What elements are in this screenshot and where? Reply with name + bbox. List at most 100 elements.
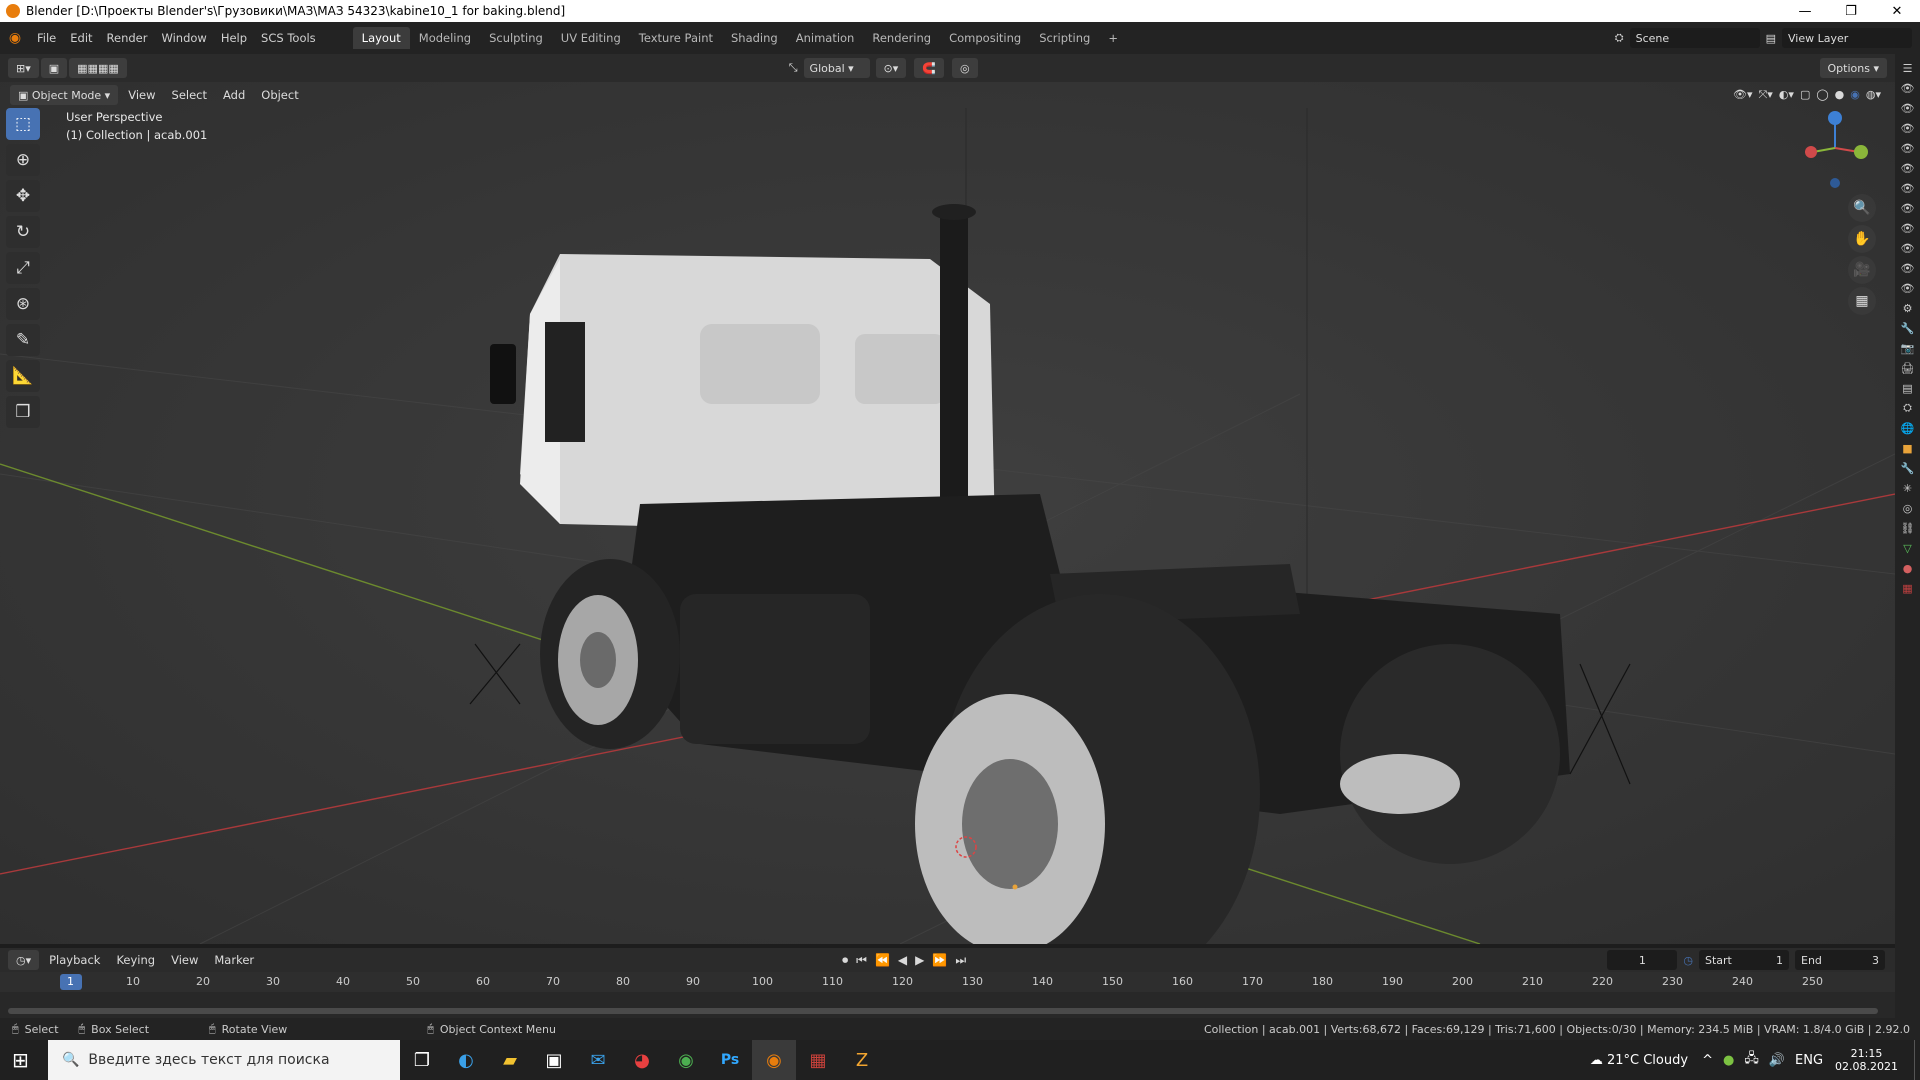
eye-icon[interactable]: 👁 — [1895, 158, 1920, 178]
object-properties-icon[interactable]: ■ — [1895, 438, 1920, 458]
tab-layout[interactable]: Layout — [352, 27, 410, 49]
select-mode-icon[interactable]: ▣ — [40, 58, 68, 78]
next-keyframe-icon[interactable]: ⏩ — [932, 953, 947, 968]
scene-properties-icon[interactable]: ⛭ — [1895, 398, 1920, 418]
texture-properties-icon[interactable]: ▦ — [1895, 578, 1920, 598]
blender-menu-icon[interactable]: ◉ — [0, 30, 30, 46]
end-frame-field[interactable]: End 3 — [1795, 950, 1885, 970]
tool-settings-icon[interactable]: 🔧 — [1895, 318, 1920, 338]
weather-text[interactable]: 21°C Cloudy — [1607, 1053, 1688, 1068]
tab-texture-paint[interactable]: Texture Paint — [630, 27, 722, 49]
edge-icon[interactable]: ◐ — [444, 1040, 488, 1080]
data-properties-icon[interactable]: ▽ — [1895, 538, 1920, 558]
menu-view[interactable]: View — [120, 88, 163, 102]
chrome-icon[interactable]: ◉ — [664, 1040, 708, 1080]
axis-gizmo[interactable] — [1795, 108, 1875, 188]
tray-chevron-icon[interactable]: ^ — [1702, 1053, 1713, 1068]
ortho-grid-icon[interactable]: ▦ — [1848, 287, 1876, 315]
xray-icon[interactable]: ▢ — [1800, 88, 1810, 102]
zoom-icon[interactable]: 🔍 — [1848, 194, 1876, 222]
network-icon[interactable]: 🖧 — [1744, 1049, 1759, 1071]
selection-modes-icon[interactable]: ▦▦▦▦ — [69, 58, 127, 78]
menu-window[interactable]: Window — [154, 31, 213, 45]
current-frame-field[interactable]: 1 — [1607, 950, 1678, 970]
blender-taskbar-icon[interactable]: ◉ — [752, 1040, 796, 1080]
eye-icon[interactable]: 👁 — [1895, 238, 1920, 258]
play-icon[interactable]: ▶ — [915, 953, 924, 968]
volume-icon[interactable]: 🔊 — [1769, 1053, 1785, 1068]
cursor-icon[interactable]: ⊕ — [6, 144, 40, 176]
world-properties-icon[interactable]: 🌐 — [1895, 418, 1920, 438]
preview-range-icon[interactable]: ◷ — [1683, 954, 1693, 967]
app-red-icon[interactable]: ◕ — [620, 1040, 664, 1080]
add-workspace-icon[interactable]: + — [1099, 27, 1127, 49]
transform-orientation-dropdown[interactable]: Global ▾ — [803, 58, 870, 78]
particles-icon[interactable]: ✳ — [1895, 478, 1920, 498]
menu-select[interactable]: Select — [164, 88, 215, 102]
output-properties-icon[interactable]: 🖨 — [1895, 358, 1920, 378]
menu-playback[interactable]: Playback — [41, 953, 108, 967]
scene-selector[interactable]: Scene — [1629, 28, 1760, 48]
restore-button[interactable]: ❐ — [1828, 4, 1874, 19]
view-layer-icon[interactable]: ▤ — [1766, 32, 1776, 45]
record-icon[interactable]: ⏺ — [842, 953, 848, 968]
tab-sculpting[interactable]: Sculpting — [480, 27, 552, 49]
shading-solid-icon[interactable]: ● — [1835, 88, 1845, 102]
minimize-button[interactable]: — — [1782, 4, 1828, 19]
menu-marker[interactable]: Marker — [206, 953, 262, 967]
app-z-icon[interactable]: Z — [840, 1040, 884, 1080]
measure-icon[interactable]: 📐 — [6, 360, 40, 392]
visibility-icon[interactable]: 👁▾ — [1733, 88, 1753, 102]
task-view-icon[interactable]: ❐ — [400, 1040, 444, 1080]
menu-add[interactable]: Add — [215, 88, 253, 102]
scene-icon[interactable]: ⛭ — [1615, 31, 1624, 45]
tab-uv-editing[interactable]: UV Editing — [552, 27, 630, 49]
tab-rendering[interactable]: Rendering — [863, 27, 940, 49]
prev-keyframe-icon[interactable]: ⏪ — [875, 953, 890, 968]
eye-icon[interactable]: 👁 — [1895, 178, 1920, 198]
mode-dropdown[interactable]: ▣ Object Mode ▾ — [10, 85, 119, 105]
eye-icon[interactable]: 👁 — [1895, 278, 1920, 298]
add-cube-icon[interactable]: ❒ — [6, 396, 40, 428]
eye-icon[interactable]: 👁 — [1895, 78, 1920, 98]
options-dropdown[interactable]: Options ▾ — [1819, 58, 1887, 78]
mail-icon[interactable]: ✉ — [576, 1040, 620, 1080]
editor-type-icon[interactable]: ⊞▾ — [8, 58, 39, 78]
render-properties-icon[interactable]: 📷 — [1895, 338, 1920, 358]
play-reverse-icon[interactable]: ◀ — [898, 953, 907, 968]
menu-render[interactable]: Render — [100, 31, 155, 45]
select-box-icon[interactable]: ⬚ — [6, 108, 40, 140]
transform-icon[interactable]: ⊛ — [6, 288, 40, 320]
tab-shading[interactable]: Shading — [722, 27, 787, 49]
timeline-ruler[interactable]: 1 10 20 30 40 50 60 70 80 90 100 110 120… — [0, 972, 1895, 992]
jump-start-icon[interactable]: ⏮ — [856, 953, 867, 968]
eye-icon[interactable]: 👁 — [1895, 198, 1920, 218]
start-frame-field[interactable]: Start 1 — [1699, 950, 1789, 970]
app-grid-icon[interactable]: ▦ — [796, 1040, 840, 1080]
view-layer-properties-icon[interactable]: ▤ — [1895, 378, 1920, 398]
store-icon[interactable]: ▣ — [532, 1040, 576, 1080]
annotate-icon[interactable]: ✎ — [6, 324, 40, 356]
photoshop-icon[interactable]: Ps — [708, 1040, 752, 1080]
proportional-editing-icon[interactable]: ◎ — [952, 58, 978, 78]
menu-keying[interactable]: Keying — [108, 953, 163, 967]
tab-scripting[interactable]: Scripting — [1030, 27, 1099, 49]
eye-icon[interactable]: 👁 — [1895, 138, 1920, 158]
rotate-icon[interactable]: ↻ — [6, 216, 40, 248]
overlays-icon[interactable]: ◐▾ — [1779, 88, 1794, 102]
snap-icon[interactable]: 🧲 — [914, 58, 944, 78]
taskbar-search-input[interactable]: 🔍 Введите здесь текст для поиска — [48, 1040, 400, 1080]
jump-end-icon[interactable]: ⏭ — [955, 953, 966, 968]
menu-view-timeline[interactable]: View — [163, 953, 206, 967]
shading-wireframe-icon[interactable]: ◯ — [1816, 88, 1828, 102]
scale-icon[interactable]: ⤢ — [6, 252, 40, 284]
weather-icon[interactable]: ☁ — [1590, 1053, 1607, 1068]
tab-compositing[interactable]: Compositing — [940, 27, 1030, 49]
material-properties-icon[interactable]: ● — [1895, 558, 1920, 578]
camera-icon[interactable]: 🎥 — [1848, 256, 1876, 284]
pan-icon[interactable]: ✋ — [1848, 225, 1876, 253]
menu-edit[interactable]: Edit — [63, 31, 99, 45]
modifier-properties-icon[interactable]: 🔧 — [1895, 458, 1920, 478]
tab-animation[interactable]: Animation — [787, 27, 864, 49]
3d-viewport[interactable]: ⊞▾ ▣ ▦▦▦▦ ⤡ Global ▾ ⊙▾ 🧲 ◎ Options ▾ ▣ … — [0, 54, 1895, 944]
